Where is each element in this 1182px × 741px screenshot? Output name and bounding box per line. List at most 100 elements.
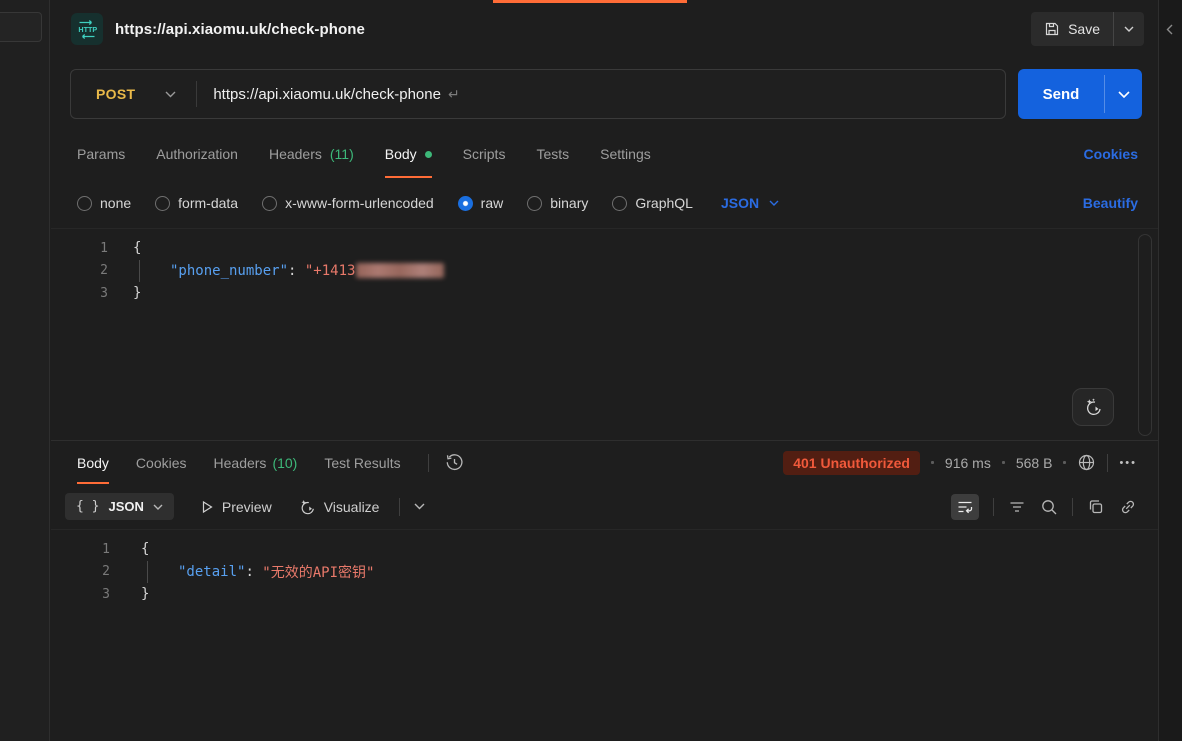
preview-button[interactable]: Preview bbox=[200, 499, 272, 515]
postbot-sparkle-icon bbox=[1083, 397, 1103, 417]
chevron-down-icon bbox=[1118, 91, 1130, 98]
tab-settings-label: Settings bbox=[600, 146, 651, 162]
divider bbox=[399, 498, 400, 516]
response-toolbar: { } JSON Preview bbox=[51, 484, 1158, 530]
line-number: 3 bbox=[51, 587, 110, 602]
response-tab-body[interactable]: Body bbox=[77, 441, 109, 484]
wrap-text-button[interactable] bbox=[951, 494, 979, 520]
response-status-group: 401 Unauthorized 916 ms 568 B bbox=[783, 441, 1137, 484]
code-text: "phone_number": "+1413 bbox=[133, 263, 444, 279]
cookies-link[interactable]: Cookies bbox=[1084, 130, 1138, 178]
line-number: 1 bbox=[51, 241, 108, 256]
radio-urlencoded-label: x-www-form-urlencoded bbox=[285, 195, 434, 211]
search-button[interactable] bbox=[1040, 498, 1058, 516]
response-header: Body Cookies Headers (10) Test Results bbox=[51, 440, 1158, 484]
response-format-select[interactable]: { } JSON bbox=[65, 493, 174, 520]
tab-headers[interactable]: Headers (11) bbox=[269, 130, 354, 178]
link-icon bbox=[1119, 498, 1137, 516]
radio-x-www-form-urlencoded[interactable]: x-www-form-urlencoded bbox=[262, 195, 434, 211]
tab-params[interactable]: Params bbox=[77, 130, 125, 178]
send-options-button[interactable] bbox=[1105, 69, 1142, 119]
indent-guide bbox=[139, 260, 140, 282]
chevron-down-icon bbox=[769, 200, 779, 206]
tab-tests[interactable]: Tests bbox=[536, 130, 569, 178]
right-sidebar bbox=[1158, 0, 1182, 741]
response-tab-headers-count: (10) bbox=[272, 455, 297, 471]
link-button[interactable] bbox=[1119, 498, 1137, 516]
copy-button[interactable] bbox=[1087, 498, 1105, 516]
tab-tests-label: Tests bbox=[536, 146, 569, 162]
json-separator: : bbox=[245, 564, 262, 580]
radio-circle-icon bbox=[155, 196, 170, 211]
tab-authorization[interactable]: Authorization bbox=[156, 130, 238, 178]
more-actions-button[interactable]: ••• bbox=[1119, 457, 1137, 469]
line-number: 2 bbox=[51, 564, 110, 579]
radio-raw[interactable]: raw bbox=[458, 195, 504, 211]
method-selector[interactable]: POST bbox=[71, 86, 196, 102]
chevron-down-icon bbox=[1124, 26, 1134, 32]
response-tab-test-results[interactable]: Test Results bbox=[324, 441, 400, 484]
app-window: HTTP https://api.xiaomu.uk/check-phone S… bbox=[0, 0, 1182, 741]
json-separator: : bbox=[288, 263, 305, 279]
send-split-button: Send bbox=[1018, 69, 1142, 119]
json-key: "phone_number" bbox=[170, 263, 288, 279]
tab-scripts[interactable]: Scripts bbox=[463, 130, 506, 178]
save-button-label: Save bbox=[1068, 21, 1100, 37]
wrap-text-icon bbox=[956, 498, 974, 516]
beautify-link[interactable]: Beautify bbox=[1083, 195, 1138, 211]
code-text: { bbox=[133, 240, 141, 256]
dot-separator bbox=[931, 461, 934, 464]
code-line: 3 } bbox=[51, 282, 1158, 305]
chevron-left-icon[interactable] bbox=[1166, 24, 1173, 35]
radio-selected-icon bbox=[458, 196, 473, 211]
filter-button[interactable] bbox=[1008, 498, 1026, 516]
json-value: "无效的API密钥" bbox=[262, 562, 374, 582]
globe-icon bbox=[1077, 453, 1096, 472]
radio-form-data[interactable]: form-data bbox=[155, 195, 238, 211]
response-tab-cookies[interactable]: Cookies bbox=[136, 441, 187, 484]
radio-none[interactable]: none bbox=[77, 195, 131, 211]
tab-scripts-label: Scripts bbox=[463, 146, 506, 162]
dot-separator bbox=[1063, 461, 1066, 464]
chevron-down-icon bbox=[165, 91, 176, 98]
code-text: "detail": "无效的API密钥" bbox=[141, 562, 374, 582]
radio-binary[interactable]: binary bbox=[527, 195, 588, 211]
network-info-button[interactable] bbox=[1077, 453, 1096, 472]
chevron-down-icon bbox=[414, 503, 425, 510]
code-text: } bbox=[141, 586, 149, 602]
status-badge[interactable]: 401 Unauthorized bbox=[783, 451, 920, 475]
redacted-phone-blur bbox=[356, 263, 444, 278]
divider bbox=[428, 454, 429, 472]
response-size[interactable]: 568 B bbox=[1016, 455, 1053, 471]
http-request-icon: HTTP bbox=[71, 13, 103, 45]
send-button[interactable]: Send bbox=[1018, 69, 1104, 119]
response-tab-headers[interactable]: Headers (10) bbox=[214, 441, 298, 484]
radio-graphql[interactable]: GraphQL bbox=[612, 195, 693, 211]
url-builder-row: POST https://api.xiaomu.uk/check-phone ↵… bbox=[51, 58, 1158, 130]
radio-none-label: none bbox=[100, 195, 131, 211]
body-modified-dot bbox=[425, 151, 432, 158]
visualize-sparkle-icon bbox=[298, 498, 316, 516]
body-format-select[interactable]: JSON bbox=[721, 195, 779, 211]
tab-body-label: Body bbox=[385, 146, 417, 162]
save-split-button: Save bbox=[1031, 12, 1144, 46]
divider bbox=[1072, 498, 1073, 516]
response-body-editor[interactable]: 1 { 2 "detail": "无效的API密钥" 3 } bbox=[51, 530, 1158, 741]
save-button[interactable]: Save bbox=[1031, 21, 1113, 37]
tab-params-label: Params bbox=[77, 146, 125, 162]
tab-headers-label: Headers bbox=[269, 146, 322, 162]
save-options-button[interactable] bbox=[1114, 12, 1144, 46]
url-input[interactable]: https://api.xiaomu.uk/check-phone bbox=[197, 86, 441, 103]
request-body-editor[interactable]: 1 { 2 "phone_number": "+1413 3 } bbox=[51, 228, 1158, 440]
editor-scrollbar[interactable] bbox=[1138, 234, 1152, 436]
tab-settings[interactable]: Settings bbox=[600, 130, 651, 178]
code-text: { bbox=[141, 541, 149, 557]
response-history-button[interactable] bbox=[445, 453, 464, 472]
url-input-box: POST https://api.xiaomu.uk/check-phone ↵ bbox=[70, 69, 1006, 119]
visualize-button[interactable]: Visualize bbox=[298, 498, 380, 516]
format-options-button[interactable] bbox=[414, 503, 425, 510]
tab-body[interactable]: Body bbox=[385, 130, 432, 178]
sidebar-collapsed-item[interactable] bbox=[0, 12, 42, 42]
postbot-button[interactable] bbox=[1072, 388, 1114, 426]
response-time[interactable]: 916 ms bbox=[945, 455, 991, 471]
